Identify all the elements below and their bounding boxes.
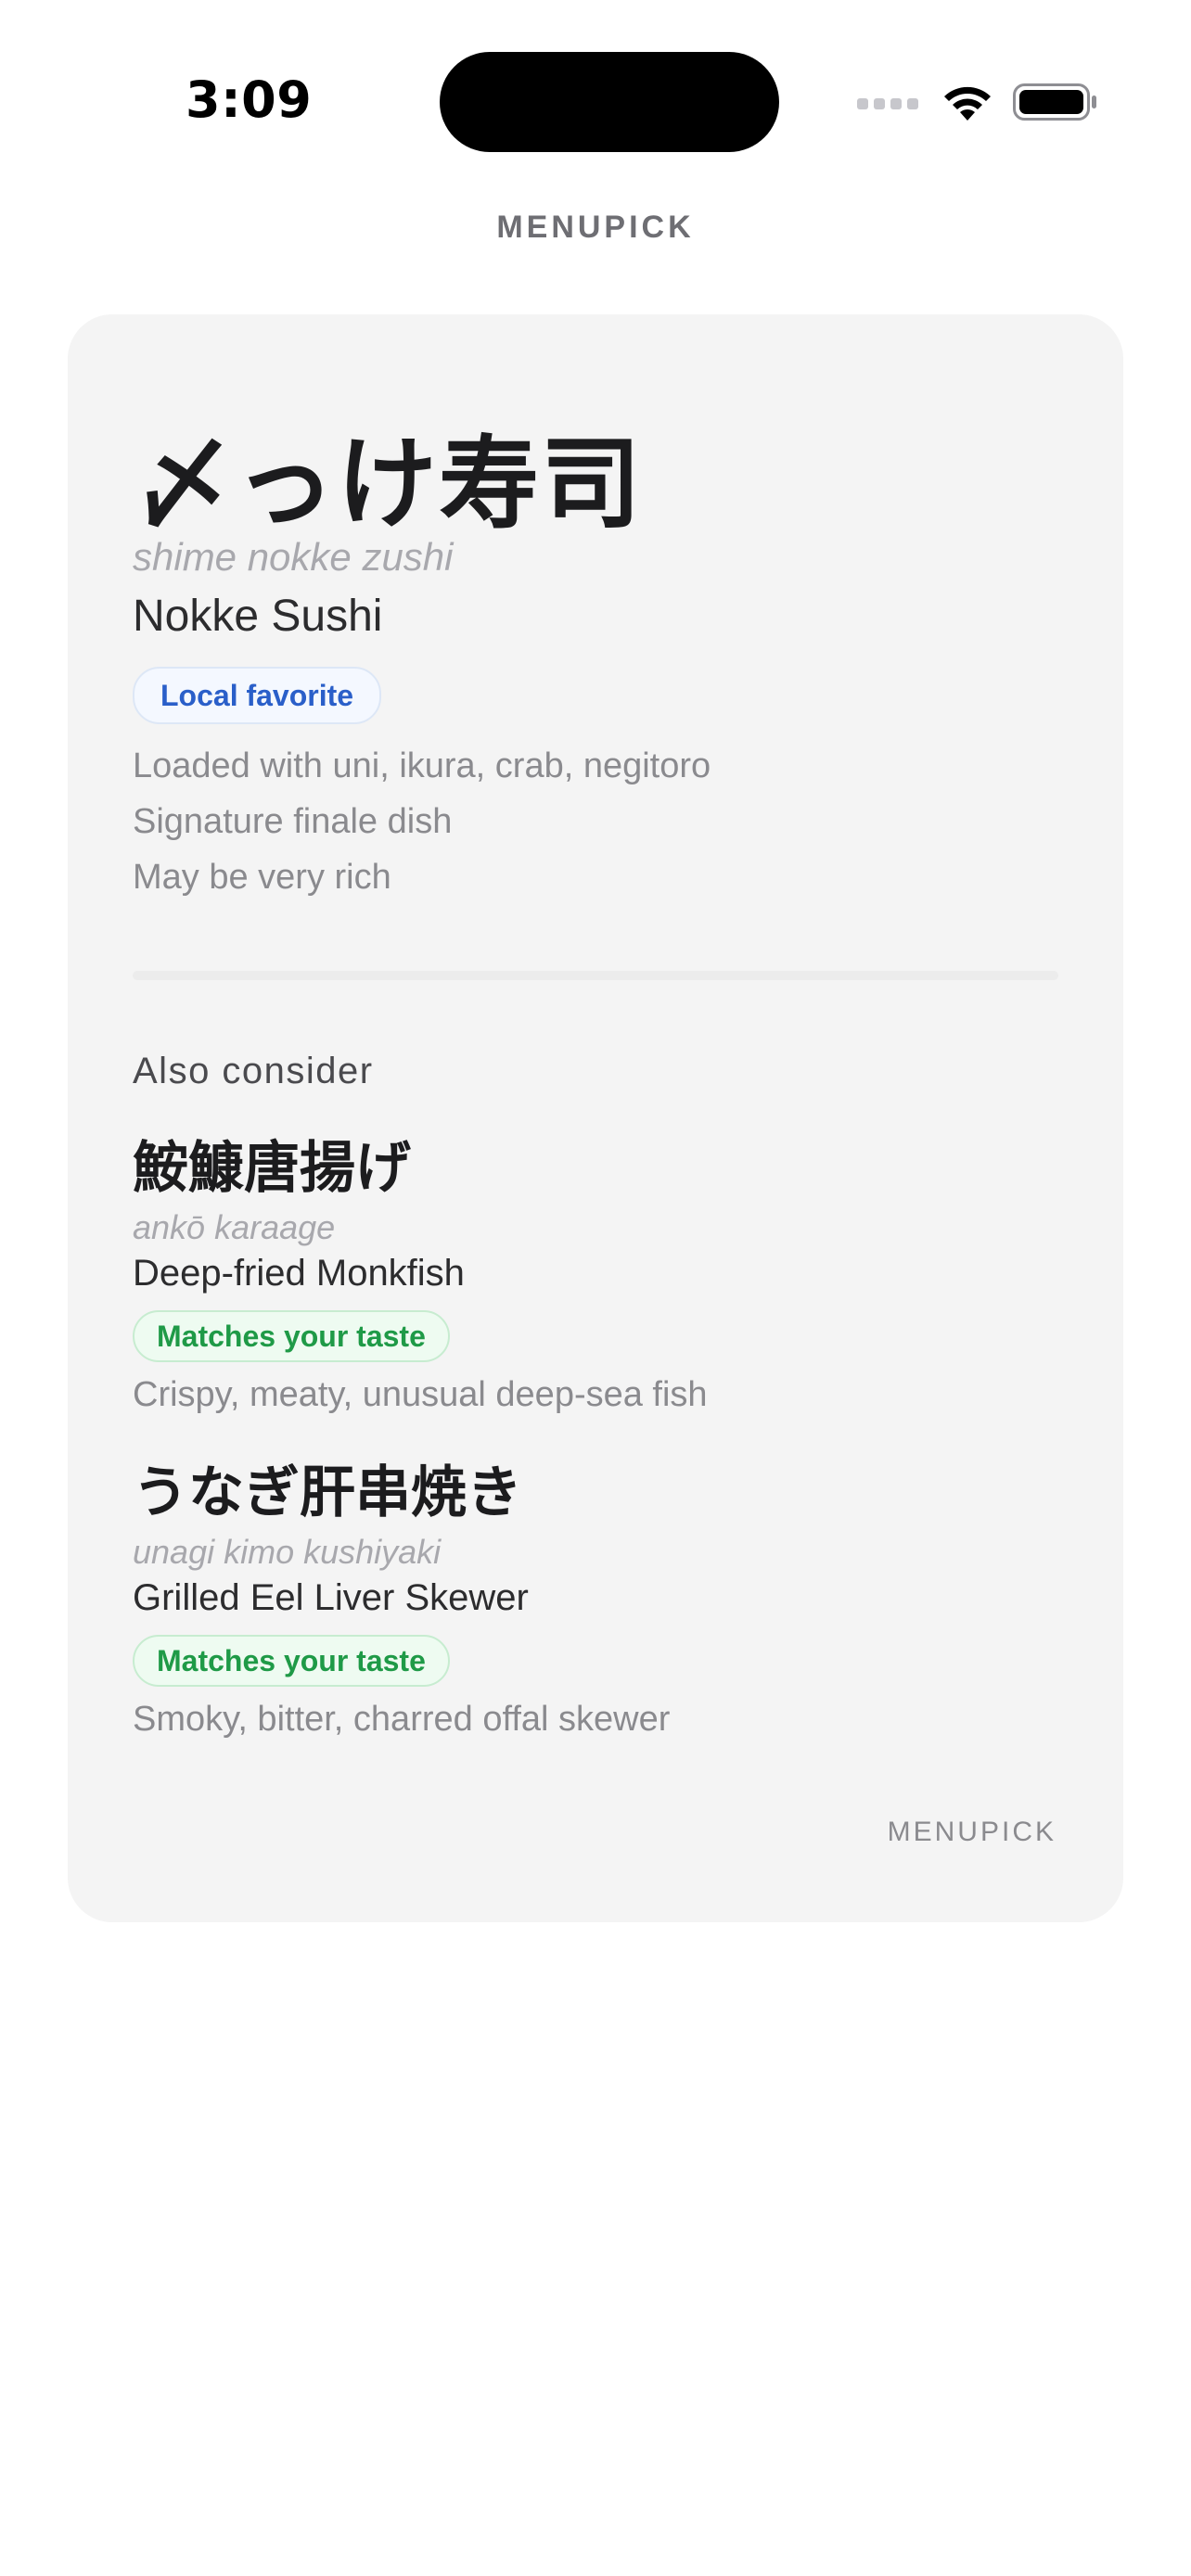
featured-description-line: Signature finale dish	[133, 802, 453, 841]
featured-dish-name: 〆っけ寿司	[133, 427, 644, 542]
featured-description-line: Loaded with uni, ikura, crab, negitoro	[133, 746, 711, 785]
wifi-icon	[941, 82, 994, 122]
alternative-dish-romaji: ankō karaage	[133, 1208, 336, 1246]
alternative-dish-description: Smoky, bitter, charred offal skewer	[133, 1700, 671, 1739]
battery-icon	[1013, 83, 1098, 121]
alternative-dish-name: うなぎ肝串焼き	[133, 1460, 522, 1525]
alternative-dish-name: 鮟鱇唐揚げ	[133, 1136, 411, 1201]
also-consider-heading: Also consider	[133, 1051, 374, 1091]
signal-icon	[857, 95, 920, 111]
alternative-dish-english: Deep-fried Monkfish	[133, 1253, 465, 1294]
card-footer-brand: MENUPICK	[887, 1817, 1057, 1847]
recommendation-card: 〆っけ寿司 shime nokke zushi Nokke Sushi Loca…	[68, 314, 1123, 1922]
local-favorite-badge: Local favorite	[133, 667, 382, 724]
status-bar: 3:09	[0, 0, 1191, 185]
alternative-dish-romaji: unagi kimo kushiyaki	[133, 1533, 442, 1571]
featured-description-line: May be very rich	[133, 858, 391, 897]
featured-dish-english: Nokke Sushi	[133, 592, 383, 641]
dynamic-island	[440, 52, 779, 152]
app-header-title: MENUPICK	[496, 210, 695, 245]
taste-match-badge: Matches your taste	[133, 1635, 450, 1687]
alternative-dish-description: Crispy, meaty, unusual deep-sea fish	[133, 1375, 708, 1414]
status-time: 3:09	[186, 70, 313, 129]
featured-dish-romaji: shime nokke zushi	[133, 535, 454, 579]
alternative-dish-english: Grilled Eel Liver Skewer	[133, 1577, 529, 1618]
section-divider	[133, 971, 1058, 980]
status-icons	[857, 82, 1098, 122]
taste-match-badge: Matches your taste	[133, 1310, 450, 1362]
